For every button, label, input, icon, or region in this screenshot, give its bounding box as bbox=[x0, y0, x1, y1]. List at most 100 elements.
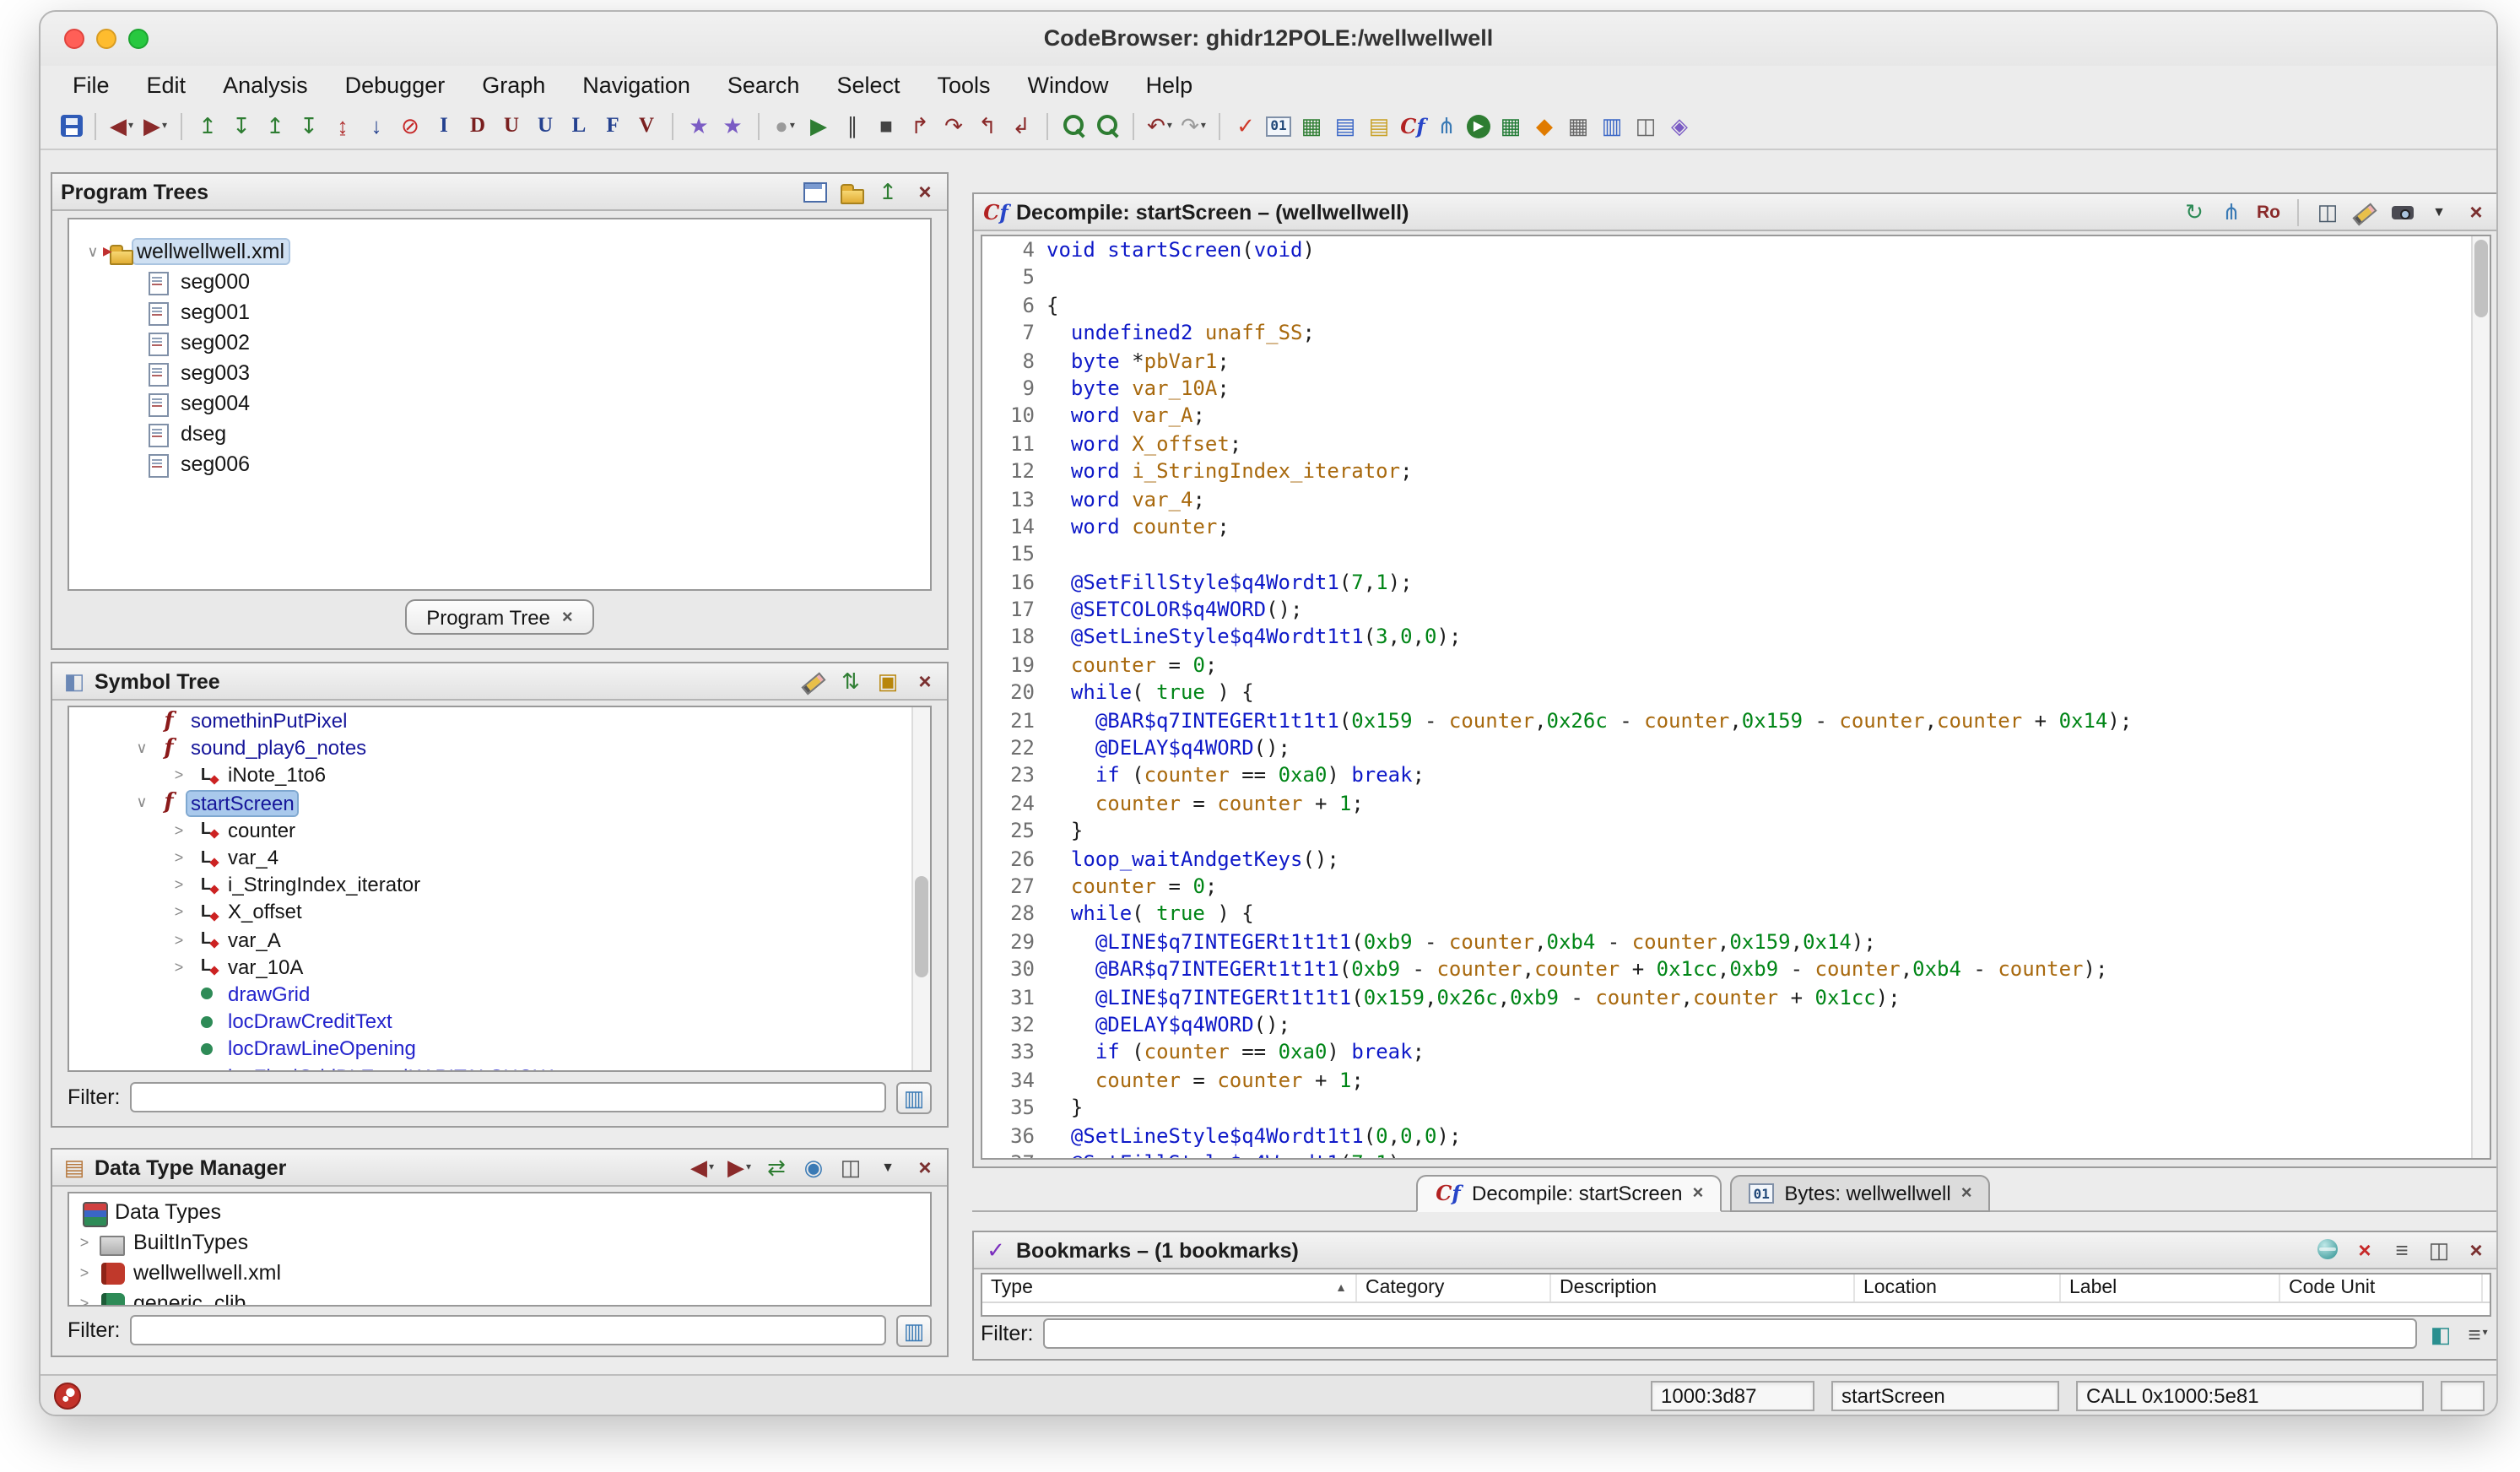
redo-icon[interactable]: ↷▾ bbox=[1180, 111, 1207, 140]
record-icon[interactable]: ●▾ bbox=[771, 111, 798, 140]
program-tree-item-dseg[interactable]: dseg bbox=[69, 419, 930, 449]
code-line-4[interactable]: 4void startScreen(void) bbox=[982, 236, 2490, 264]
code-line-7[interactable]: 7 undefined2 unaff_SS; bbox=[982, 319, 2490, 347]
program-tree-item-seg001[interactable]: seg001 bbox=[69, 297, 930, 327]
markup-v-icon[interactable]: V bbox=[633, 111, 660, 140]
new-tree-icon[interactable] bbox=[800, 177, 827, 206]
column-header-code-unit[interactable]: Code Unit bbox=[2280, 1274, 2483, 1302]
tab-decompile-startscreen[interactable]: Decompile: startScreen× bbox=[1416, 1175, 1722, 1212]
symbol-item-somethinPutPixel[interactable]: fsomethinPutPixel bbox=[69, 707, 930, 734]
symbol-item-var_10A[interactable]: >Lvar_10A bbox=[69, 953, 930, 980]
decompile-header[interactable]: Decompile: startScreen – (wellwellwell) … bbox=[974, 194, 2498, 231]
close-icon[interactable]: × bbox=[2463, 198, 2490, 226]
program-tree-item-seg000[interactable]: seg000 bbox=[69, 267, 930, 297]
program-tree-item-seg003[interactable]: seg003 bbox=[69, 358, 930, 388]
register-manager-icon[interactable]: ◫ bbox=[1632, 111, 1659, 140]
expander-icon[interactable]: ∨ bbox=[127, 739, 157, 758]
code-line-12[interactable]: 12 word i_StringIndex_iterator; bbox=[982, 457, 2490, 485]
expand-all-icon[interactable]: ↥ bbox=[874, 177, 901, 206]
prev-function-icon[interactable]: ↥ bbox=[194, 111, 221, 140]
code-line-34[interactable]: 34 counter = counter + 1; bbox=[982, 1066, 2490, 1094]
code-line-24[interactable]: 24 counter = counter + 1; bbox=[982, 790, 2490, 818]
menu-navigation[interactable]: Navigation bbox=[564, 72, 709, 97]
code-line-6[interactable]: 6{ bbox=[982, 292, 2490, 320]
code-line-35[interactable]: 35 } bbox=[982, 1094, 2490, 1122]
datatype-item-Data-Types[interactable]: Data Types bbox=[69, 1197, 930, 1227]
code-line-30[interactable]: 30 @BAR$q7INTEGERt1t1t1(0xb9 - counter,c… bbox=[982, 955, 2490, 983]
symbol-item-var_A[interactable]: >Lvar_A bbox=[69, 926, 930, 953]
datatype-item-BuiltInTypes[interactable]: >BuiltInTypes bbox=[69, 1227, 930, 1258]
expander-icon[interactable]: > bbox=[164, 904, 194, 921]
program-tree-item-seg006[interactable]: seg006 bbox=[69, 449, 930, 479]
code-line-5[interactable]: 5 bbox=[982, 264, 2490, 292]
filter-arrays-icon[interactable]: ◉ bbox=[800, 1153, 827, 1182]
bytes-view-icon[interactable]: 01 bbox=[1266, 116, 1291, 136]
symbol-item-var_4[interactable]: >Lvar_4 bbox=[69, 844, 930, 871]
expander-icon[interactable]: > bbox=[164, 959, 194, 976]
menu-tools[interactable]: Tools bbox=[919, 72, 1009, 97]
symbol-item-locDrawCreditText[interactable]: locDrawCreditText bbox=[69, 1008, 930, 1035]
expander-icon[interactable]: > bbox=[164, 822, 194, 839]
edit-signature-icon[interactable] bbox=[2351, 198, 2378, 226]
code-line-14[interactable]: 14 word counter; bbox=[982, 513, 2490, 541]
markup-d-icon[interactable]: D bbox=[464, 111, 491, 140]
snapshot-icon[interactable] bbox=[2388, 198, 2415, 226]
close-icon[interactable]: × bbox=[911, 177, 938, 206]
code-line-15[interactable]: 15 bbox=[982, 541, 2490, 569]
code-line-9[interactable]: 9 byte var_10A; bbox=[982, 375, 2490, 403]
bookmarks-view-icon[interactable]: ◈ bbox=[1666, 111, 1693, 140]
memory-map-icon[interactable]: ▥ bbox=[1598, 111, 1625, 140]
bookmarks-table-body[interactable] bbox=[982, 1303, 2490, 1317]
function-graph-icon[interactable]: ⋔ bbox=[1433, 111, 1460, 140]
column-header-type[interactable]: Type▲ bbox=[982, 1274, 1357, 1302]
code-line-26[interactable]: 26 loop_waitAndgetKeys(); bbox=[982, 845, 2490, 873]
auto-analyze-options-icon[interactable]: ★ bbox=[719, 111, 746, 140]
scrollbar[interactable] bbox=[911, 707, 930, 1070]
titlebar[interactable]: CodeBrowser: ghidr12POLE:/wellwellwell bbox=[41, 12, 2496, 66]
toggle-panel-icon[interactable]: ◫ bbox=[2425, 1236, 2452, 1264]
symbol-item-counter[interactable]: >Lcounter bbox=[69, 817, 930, 844]
sync-icon[interactable]: ⇄ bbox=[763, 1153, 790, 1182]
save-icon[interactable] bbox=[57, 111, 83, 140]
paste-icon[interactable]: ▣ bbox=[874, 667, 901, 695]
symbol-item-X_offset[interactable]: >LX_offset bbox=[69, 899, 930, 926]
code-line-17[interactable]: 17 @SETCOLOR$q4WORD(); bbox=[982, 596, 2490, 624]
datatype-item-generic_clib[interactable]: >generic_clib bbox=[69, 1288, 930, 1307]
delete-bookmark-icon[interactable]: × bbox=[2351, 1236, 2378, 1264]
defined-data-icon[interactable]: ▦ bbox=[1298, 111, 1325, 140]
expander-icon[interactable]: > bbox=[164, 767, 194, 784]
symbol-tree-view[interactable]: fsomethinPutPixel∨fsound_play6_notes>LiN… bbox=[68, 706, 932, 1072]
menu-select[interactable]: Select bbox=[818, 72, 918, 97]
expander-icon[interactable]: > bbox=[73, 1295, 96, 1307]
auto-analyze-icon[interactable]: ★ bbox=[685, 111, 712, 140]
scrollbar-thumb[interactable] bbox=[915, 876, 928, 977]
reorder-icon[interactable]: Ro bbox=[2255, 198, 2282, 226]
program-tree-item-seg004[interactable]: seg004 bbox=[69, 388, 930, 419]
code-line-37[interactable]: 37 @SetFillStyle$q4Wordt1(7,1); bbox=[982, 1150, 2490, 1160]
stop-icon[interactable]: ■ bbox=[873, 111, 900, 140]
column-header-location[interactable]: Location bbox=[1855, 1274, 2061, 1302]
menu-caret-icon[interactable]: ▼ bbox=[874, 1153, 901, 1182]
program-tree-item-seg002[interactable]: seg002 bbox=[69, 327, 930, 358]
close-icon[interactable]: × bbox=[911, 1153, 938, 1182]
markup-u2-icon[interactable]: U bbox=[532, 111, 559, 140]
bookmarks-header[interactable]: ✓ Bookmarks – (1 bookmarks) ×≡◫× bbox=[974, 1232, 2498, 1269]
decompiler-view-icon[interactable] bbox=[1399, 111, 1426, 140]
select-columns-icon[interactable]: ≡ bbox=[2388, 1236, 2415, 1264]
expander-icon[interactable]: > bbox=[164, 876, 194, 893]
data-type-tree-view[interactable]: Data Types>BuiltInTypes>wellwellwell.xml… bbox=[68, 1192, 932, 1307]
program-tree-root[interactable]: ∨▶wellwellwell.xml bbox=[69, 236, 930, 267]
step-into-icon[interactable]: ↱ bbox=[906, 111, 933, 140]
menu-search[interactable]: Search bbox=[709, 72, 819, 97]
code-line-32[interactable]: 32 @DELAY$q4WORD(); bbox=[982, 1011, 2490, 1039]
prev-reference-icon[interactable]: ↥ bbox=[262, 111, 289, 140]
forward-icon[interactable]: ▶▾ bbox=[142, 111, 169, 140]
code-line-28[interactable]: 28 while( true ) { bbox=[982, 901, 2490, 928]
function-call-trees-icon[interactable]: ▶ bbox=[1467, 114, 1490, 138]
close-tab-icon[interactable]: × bbox=[562, 607, 573, 627]
code-line-8[interactable]: 8 byte *pbVar1; bbox=[982, 347, 2490, 375]
filter-types-icon[interactable] bbox=[2314, 1236, 2341, 1264]
code-line-25[interactable]: 25 } bbox=[982, 817, 2490, 845]
menu-file[interactable]: File bbox=[54, 72, 128, 97]
code-line-21[interactable]: 21 @BAR$q7INTEGERt1t1t1(0x159 - counter,… bbox=[982, 706, 2490, 734]
